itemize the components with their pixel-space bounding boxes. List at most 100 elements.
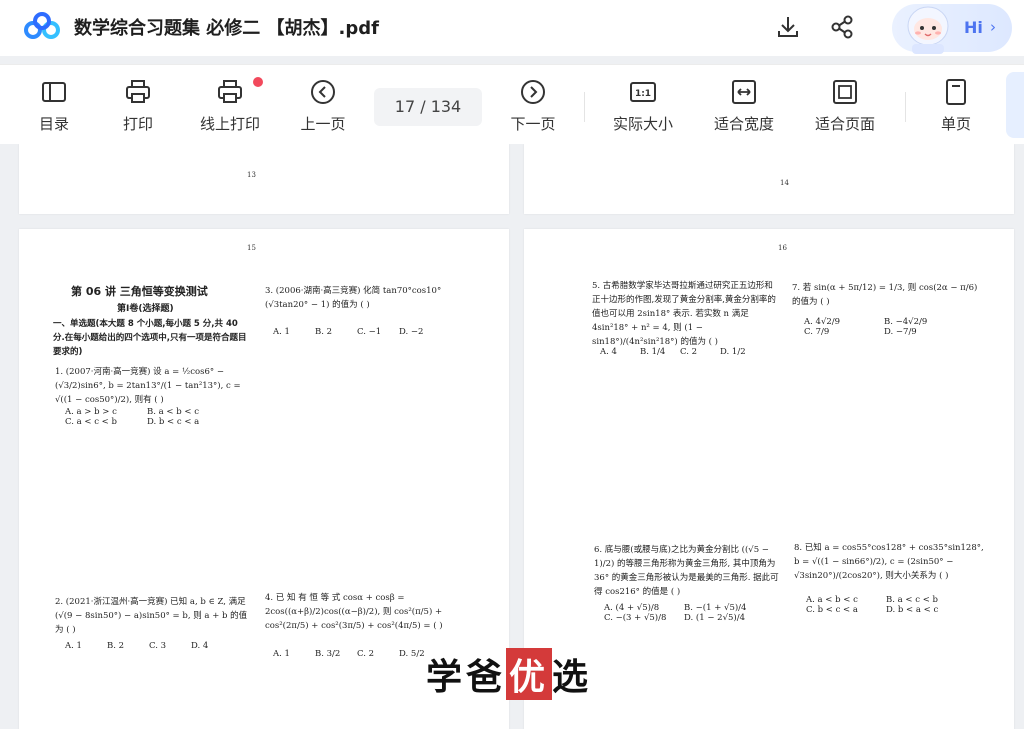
option: A. 1 [273,327,290,337]
watermark-highlight: 优 [506,648,553,700]
outline-label: 目录 [38,115,69,133]
print-label: 打印 [122,115,153,133]
question-7: 7. 若 sin(α + 5π/12) = 1/3, 则 cos(2α − π/… [792,283,978,307]
option: C. b < c < a [806,605,858,615]
question-5-options: A. 4 B. 1/4 C. 2 D. 1/2 [600,347,780,357]
option: A. a > b > c [65,407,117,417]
question-8-options: A. a < b < c B. a < c < b C. b < c < a D… [806,595,976,615]
next-page-button[interactable]: 下一页 [493,76,573,136]
fit-page-button[interactable]: 适合页面 [805,76,885,136]
option: A. 4 [600,347,617,357]
outline-panel-icon [42,82,66,102]
option: D. −7/9 [884,327,917,337]
option: C. 7/9 [804,327,830,337]
actual-size-glyph: 1:1 [635,89,651,99]
section-subtitle: 第Ⅰ卷(选择题) [117,304,174,314]
option: C. 3 [149,641,167,651]
hi-label[interactable]: Hi [964,18,983,37]
option: D. 1/2 [720,347,746,357]
question-1-options: A. a > b > c B. a < b < c C. a < c < b D… [65,407,241,427]
option: B. 3/2 [315,649,341,659]
option: B. 2 [315,327,333,337]
question-4: 4. 已 知 有 恒 等 式 cosα + cosβ = 2cos((α+β)/… [265,593,443,631]
fit-width-icon [732,80,756,104]
fit-page-icon [833,80,857,104]
actual-size-icon: 1:1 [630,82,656,102]
baidu-netdisk-logo-icon [24,12,60,39]
question-2: 2. (2021·浙江温州·高一竞赛) 已知 a, b ∈ Z, 满足 (√(9… [55,597,248,635]
prev-page-icon [311,80,335,104]
question-3: 3. (2006·湖南·高三竞赛) 化简 tan70°cos10°(√3tan2… [265,286,442,310]
document-title: 数学综合习题集 必修二 【胡杰】.pdf [74,18,379,39]
option: A. 1 [65,641,82,651]
pdf-page-16: 16 5. 古希腊数学家毕达哥拉斯通过研究正五边形和正十边形的作图,发现了黄金分… [524,229,1014,729]
option: B. −4√2/9 [884,317,928,327]
fit-page-label: 适合页面 [814,115,875,133]
actual-size-label: 实际大小 [612,115,673,133]
single-page-icon [946,79,966,105]
page-number: 14 [780,179,789,187]
question-6: 6. 底与腰(或腰与底)之比为黄金分割比 ((√5 − 1)/2) 的等腰三角形… [594,545,779,597]
page-number: 13 [247,171,256,179]
question-1: 1. (2007·河南·高一竞赛) 设 a = ½cos6° − (√3/2)s… [55,367,241,405]
option: B. −(1 + √5)/4 [684,603,747,613]
toolbar-divider [905,92,906,122]
question-6-options: A. (4 + √5)/8 B. −(1 + √5)/4 C. −(3 + √5… [604,603,774,623]
toolbar-divider [584,92,585,122]
watermark-logo: 学爸优选 [426,648,592,700]
option: D. b < a < c [886,605,939,615]
next-page-label: 下一页 [510,115,556,133]
fit-width-label: 适合宽度 [713,115,774,133]
option: D. b < c < a [147,417,200,427]
page-indicator[interactable]: 17 / 134 [374,88,482,126]
option: A. 4√2/9 [804,317,841,327]
option: B. 2 [107,641,125,651]
question-2-options: A. 1 B. 2 C. 3 D. 4 [65,641,245,651]
online-printer-icon [218,80,242,103]
document-viewer[interactable]: 13 14 15 第 06 讲 三角恒等变换测试 第Ⅰ卷(选择题) 一、单选题(… [0,144,1024,729]
print-button[interactable]: 打印 [98,76,178,136]
page-number: 16 [778,244,787,252]
question-8: 8. 已知 a = cos55°cos128° + cos35°sin128°,… [794,543,984,581]
page-number: 15 [247,244,256,252]
option: A. 1 [273,649,290,659]
download-button[interactable] [773,12,803,42]
option: D. −2 [399,327,424,337]
outline-button[interactable]: 目录 [14,76,94,136]
question-7-options: A. 4√2/9 B. −4√2/9 C. 7/9 D. −7/9 [804,317,974,337]
option: B. a < b < c [147,407,199,417]
single-page-button[interactable]: 单页 [916,76,996,136]
pdf-page-14: 14 [524,144,1014,214]
next-page-icon [521,80,545,104]
notification-dot [253,77,263,87]
option: C. a < c < b [65,417,117,427]
option: A. a < b < c [806,595,858,605]
option: C. −1 [357,327,382,337]
chevron-right-icon[interactable]: › [990,18,996,36]
assistant-avatar-icon [907,6,949,54]
share-button[interactable] [827,12,857,42]
fit-width-button[interactable]: 适合宽度 [704,76,784,136]
single-page-label: 单页 [940,115,971,133]
question-5: 5. 古希腊数学家毕达哥拉斯通过研究正五边形和正十边形的作图,发现了黄金分割率,… [592,281,776,347]
actual-size-button[interactable]: 1:1 实际大小 [603,76,683,136]
side-panel-tab[interactable] [1006,72,1024,138]
option: B. a < c < b [886,595,938,605]
option: C. 2 [680,347,698,357]
section-instructions: 一、单选题(本大题 8 个小题,每小题 5 分,共 40 分.在每小题给出的四个… [53,319,247,357]
share-icon [831,15,853,39]
title-bar: 数学综合习题集 必修二 【胡杰】.pdf Hi › [0,0,1024,56]
option: D. (1 − 2√5)/4 [684,613,745,623]
option: C. 2 [357,649,375,659]
printer-icon [126,80,150,103]
option: A. (4 + √5)/8 [604,603,660,613]
question-3-options: A. 1 B. 2 C. −1 D. −2 [273,327,453,337]
prev-page-button[interactable]: 上一页 [283,76,363,136]
option: C. −(3 + √5)/8 [604,613,667,623]
watermark-text: 选 [552,657,593,698]
option: D. 4 [191,641,209,651]
lesson-title: 第 06 讲 三角恒等变换测试 [71,285,208,298]
download-icon [778,17,798,37]
online-print-label: 线上打印 [199,115,260,133]
option: B. 1/4 [640,347,666,357]
